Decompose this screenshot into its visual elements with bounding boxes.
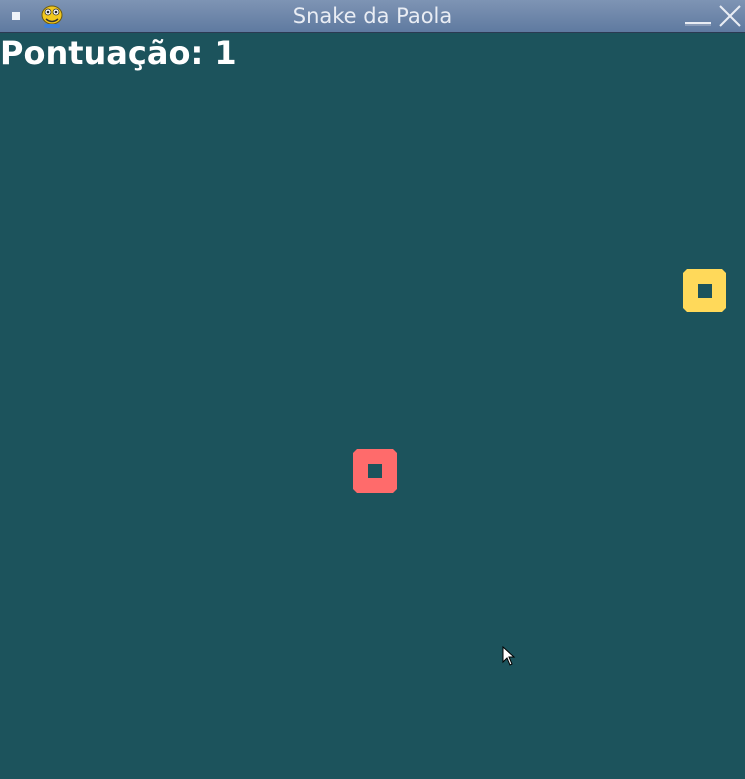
snake-head: [353, 449, 397, 493]
window-title: Snake da Paola: [292, 4, 453, 28]
mouse-cursor-icon: [502, 646, 516, 666]
score-label: Pontuação: 1: [0, 34, 237, 72]
close-icon[interactable]: [717, 3, 743, 29]
minimize-icon[interactable]: [685, 22, 711, 26]
title-bar[interactable]: Snake da Paola: [0, 0, 745, 33]
ring-hole: [368, 464, 382, 478]
game-canvas[interactable]: [0, 34, 745, 779]
food-pellet: [683, 269, 726, 312]
ring-hole: [698, 284, 712, 298]
